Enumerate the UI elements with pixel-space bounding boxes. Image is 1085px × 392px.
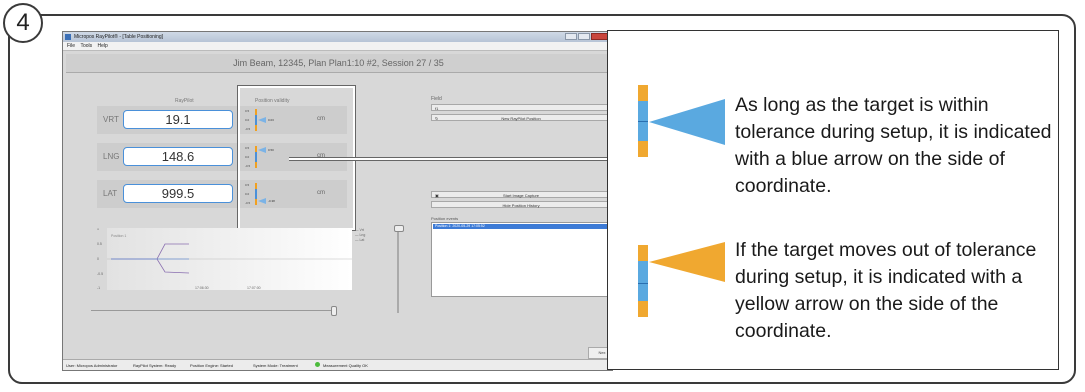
out-of-tolerance-indicator [638,245,648,317]
position-history-chart: Position 1 1 0.5 0 -0.5 -1 17:06:30 17:0… [97,228,352,290]
menu-help[interactable]: Help [98,43,108,49]
app-window: Micropos RayPilot® - [Table Positioning]… [62,31,613,371]
raypilot-column-header: RayPilot [175,98,194,104]
target-marker [638,283,648,284]
y-tick: 1 [97,228,99,231]
coordinate-value-field: 148.6 [123,147,233,166]
time-slider-track[interactable] [91,310,336,311]
chart-title: Position 1 [111,234,126,238]
tolerance-bar [638,141,648,157]
coordinate-label: LNG [103,152,120,161]
vertical-zoom-slider-track[interactable] [397,228,399,313]
button-label: Hide Position History [502,203,540,208]
menu-file[interactable]: File [67,43,75,49]
yellow-arrow-icon [649,242,725,282]
status-position-engine: Position Engine: Started [190,363,233,368]
blue-arrow-icon [649,99,725,145]
within-tolerance-bar [638,261,648,301]
app-icon [65,34,71,40]
y-tick: -0.5 [97,272,103,276]
minimize-button[interactable] [565,33,577,40]
menu-tools[interactable]: Tools [80,43,92,49]
field-label: Field [431,96,442,102]
window-title: Micropos RayPilot® - [Table Positioning] [74,34,163,40]
coordinate-value-field: 999.5 [123,184,233,203]
list-item[interactable]: Position 1: 2020-05-29 17:05:52 [433,224,609,229]
hide-position-history-button[interactable]: Hide Position History [431,201,611,208]
field-select[interactable]: f1 [431,104,611,111]
status-system-mode: System Mode: Treatment [253,363,298,368]
yellow-arrow-description: If the target moves out of tolerance dur… [735,239,1037,342]
x-tick: 17:07:00 [247,286,261,290]
button-label: New RayPilot Position [501,116,541,121]
status-measurement-quality: Measurement Quality OK [323,363,368,368]
vertical-zoom-slider-handle[interactable] [394,225,404,232]
title-bar: Micropos RayPilot® - [Table Positioning] [63,32,612,42]
within-tolerance-indicator [638,85,648,157]
status-raypilot-system: RayPilot System: Ready [133,363,177,368]
start-image-capture-button[interactable]: ▣ Start Image Capture [431,191,611,198]
y-tick: -1 [97,286,100,290]
explanation-panel: As long as the target is within toleranc… [607,30,1059,370]
time-slider-handle[interactable] [331,306,337,316]
y-tick: 0 [97,257,99,261]
field-value: f1 [435,106,439,111]
button-label: Start Image Capture [502,193,540,198]
patient-header: Jim Beam, 12345, Plan Plan1:10 #2, Sessi… [66,54,611,73]
step-number-badge: 4 [3,3,43,43]
callout-line [289,158,609,160]
position-events-label: Position events [431,216,459,221]
x-tick: 17:06:30 [195,286,209,290]
tolerance-bar [638,245,648,261]
new-raypilot-position-button[interactable]: ↻ New RayPilot Position [431,114,611,121]
blue-arrow-description: As long as the target is within toleranc… [735,94,1052,197]
coordinate-value-field: 19.1 [123,110,233,129]
coordinate-label: LAT [103,189,118,198]
status-bar: User: Micropos Administrator RayPilot Sy… [63,359,612,370]
legend-item: — Lat [355,238,365,242]
quality-ok-icon [315,362,320,367]
maximize-button[interactable] [578,33,590,40]
chart-legend: — Vrt — Lng — Lat [355,228,365,243]
position-events-list[interactable]: Position 1: 2020-05-29 17:05:52 [431,222,611,297]
menu-bar: File Tools Help [63,42,612,51]
tolerance-bar [638,301,648,317]
status-user: User: Micropos Administrator [66,363,118,368]
coordinate-label: VRT [103,115,119,124]
y-tick: 0.5 [97,242,102,246]
tolerance-bar [638,85,648,101]
target-marker [638,121,648,122]
